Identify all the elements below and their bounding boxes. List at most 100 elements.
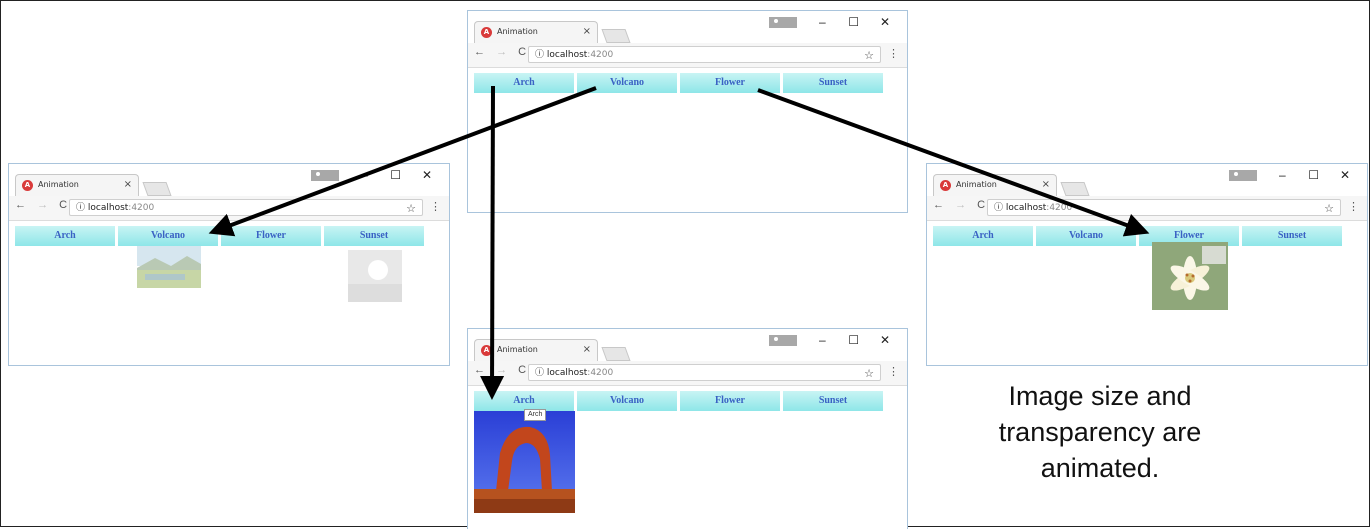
user-profile-icon[interactable]	[768, 17, 797, 29]
menu-icon[interactable]: ⋮	[430, 200, 441, 213]
reload-icon[interactable]: C	[977, 199, 985, 211]
user-profile-icon[interactable]	[768, 335, 797, 347]
minimize-icon[interactable]: –	[1268, 168, 1296, 182]
delicate-arch-picture	[474, 411, 575, 513]
reload-icon[interactable]: C	[518, 364, 526, 376]
window-controls: – ☐ ✕	[310, 168, 441, 182]
sunset-image-fading	[348, 250, 402, 302]
address-bar[interactable]: ⓘ localhost:4200 ☆	[69, 199, 423, 216]
info-icon[interactable]: ⓘ	[76, 203, 85, 213]
new-tab-button[interactable]	[601, 29, 631, 43]
caption-line-2: transparency are	[998, 417, 1202, 447]
forward-icon[interactable]: →	[496, 46, 507, 58]
tab-close-icon[interactable]: ×	[1042, 175, 1050, 195]
toolbar: ← → C ⓘ localhost:4200 ☆ ⋮	[927, 196, 1367, 221]
address-port: :4200	[1046, 203, 1073, 213]
info-icon[interactable]: ⓘ	[994, 203, 1003, 213]
flower-button[interactable]: Flower	[680, 73, 780, 93]
address-bar[interactable]: ⓘ localhost:4200 ☆	[528, 46, 881, 63]
window-controls: – ☐ ✕	[768, 333, 899, 347]
close-icon[interactable]: ✕	[871, 333, 899, 347]
volcano-button[interactable]: Volcano	[577, 391, 677, 411]
arch-button[interactable]: Arch	[933, 226, 1033, 246]
sunset-button[interactable]: Sunset	[324, 226, 424, 246]
reload-icon[interactable]: C	[518, 46, 526, 58]
bookmark-star-icon[interactable]: ☆	[406, 200, 416, 217]
sunset-picture	[348, 250, 402, 302]
back-icon[interactable]: ←	[15, 199, 26, 211]
address-port: :4200	[587, 50, 614, 60]
tab-title: Animation	[38, 180, 79, 189]
maximize-icon[interactable]: ☐	[840, 15, 868, 29]
back-icon[interactable]: ←	[474, 364, 485, 376]
arch-image	[474, 411, 575, 513]
arch-button[interactable]: Arch	[474, 391, 574, 411]
sunset-button[interactable]: Sunset	[783, 73, 883, 93]
flower-button[interactable]: Flower	[221, 226, 321, 246]
volcano-picture	[137, 246, 201, 288]
back-icon[interactable]: ←	[474, 46, 485, 58]
address-port: :4200	[587, 368, 614, 378]
new-tab-button[interactable]	[601, 347, 631, 361]
toolbar: ← → C ⓘ localhost:4200 ☆ ⋮	[468, 361, 907, 386]
sunset-button[interactable]: Sunset	[1242, 226, 1342, 246]
arch-button[interactable]: Arch	[474, 73, 574, 93]
toolbar: ← → C ⓘ localhost:4200 ☆ ⋮	[9, 196, 449, 221]
flower-button[interactable]: Flower	[680, 391, 780, 411]
info-icon[interactable]: ⓘ	[535, 368, 544, 378]
address-bar[interactable]: ⓘ localhost:4200 ☆	[528, 364, 881, 381]
forward-icon[interactable]: →	[37, 199, 48, 211]
address-host: localhost	[87, 203, 129, 213]
arch-button[interactable]: Arch	[15, 226, 115, 246]
sunset-button[interactable]: Sunset	[783, 391, 883, 411]
close-icon[interactable]: ✕	[1331, 168, 1359, 182]
tab-close-icon[interactable]: ×	[124, 175, 132, 195]
minimize-icon[interactable]: –	[808, 15, 836, 29]
forward-icon[interactable]: →	[496, 364, 507, 376]
angular-logo-icon: A	[481, 27, 492, 38]
flower-image	[1152, 242, 1228, 310]
volcano-button[interactable]: Volcano	[1036, 226, 1136, 246]
angular-logo-icon: A	[481, 345, 492, 356]
browser-tab[interactable]: A Animation ×	[933, 174, 1057, 196]
volcano-button[interactable]: Volcano	[577, 73, 677, 93]
maximize-icon[interactable]: ☐	[840, 333, 868, 347]
tab-title: Animation	[956, 180, 997, 189]
browser-tab[interactable]: A Animation ×	[474, 339, 598, 361]
window-controls: – ☐ ✕	[1228, 168, 1359, 182]
menu-icon[interactable]: ⋮	[1348, 200, 1359, 213]
address-host: localhost	[546, 50, 588, 60]
bookmark-star-icon[interactable]: ☆	[864, 47, 874, 64]
minimize-icon[interactable]: –	[350, 168, 378, 182]
toolbar: ← → C ⓘ localhost:4200 ☆ ⋮	[468, 43, 907, 68]
new-tab-button[interactable]	[142, 182, 172, 196]
minimize-icon[interactable]: –	[808, 333, 836, 347]
menu-icon[interactable]: ⋮	[888, 47, 899, 60]
user-profile-icon[interactable]	[1228, 170, 1257, 182]
navigation-buttons: ← → C	[474, 46, 534, 58]
tab-close-icon[interactable]: ×	[583, 340, 591, 360]
info-icon[interactable]: ⓘ	[535, 50, 544, 60]
user-profile-icon[interactable]	[310, 170, 339, 182]
address-bar[interactable]: ⓘ localhost:4200 ☆	[987, 199, 1341, 216]
maximize-icon[interactable]: ☐	[1300, 168, 1328, 182]
bookmark-star-icon[interactable]: ☆	[1324, 200, 1334, 217]
navigation-buttons: ← → C	[933, 199, 993, 211]
close-icon[interactable]: ✕	[871, 15, 899, 29]
browser-tab[interactable]: A Animation ×	[15, 174, 139, 196]
address-port: :4200	[128, 203, 155, 213]
bookmark-star-icon[interactable]: ☆	[864, 365, 874, 382]
forward-icon[interactable]: →	[955, 199, 966, 211]
volcano-image	[137, 246, 201, 288]
maximize-icon[interactable]: ☐	[382, 168, 410, 182]
reload-icon[interactable]: C	[59, 199, 67, 211]
new-tab-button[interactable]	[1060, 182, 1090, 196]
browser-tab[interactable]: A Animation ×	[474, 21, 598, 43]
tab-close-icon[interactable]: ×	[583, 22, 591, 42]
close-icon[interactable]: ✕	[413, 168, 441, 182]
volcano-button[interactable]: Volcano	[118, 226, 218, 246]
title-bar: A Animation × – ☐ ✕	[9, 164, 449, 196]
menu-icon[interactable]: ⋮	[888, 365, 899, 378]
back-icon[interactable]: ←	[933, 199, 944, 211]
address-host: localhost	[1005, 203, 1047, 213]
